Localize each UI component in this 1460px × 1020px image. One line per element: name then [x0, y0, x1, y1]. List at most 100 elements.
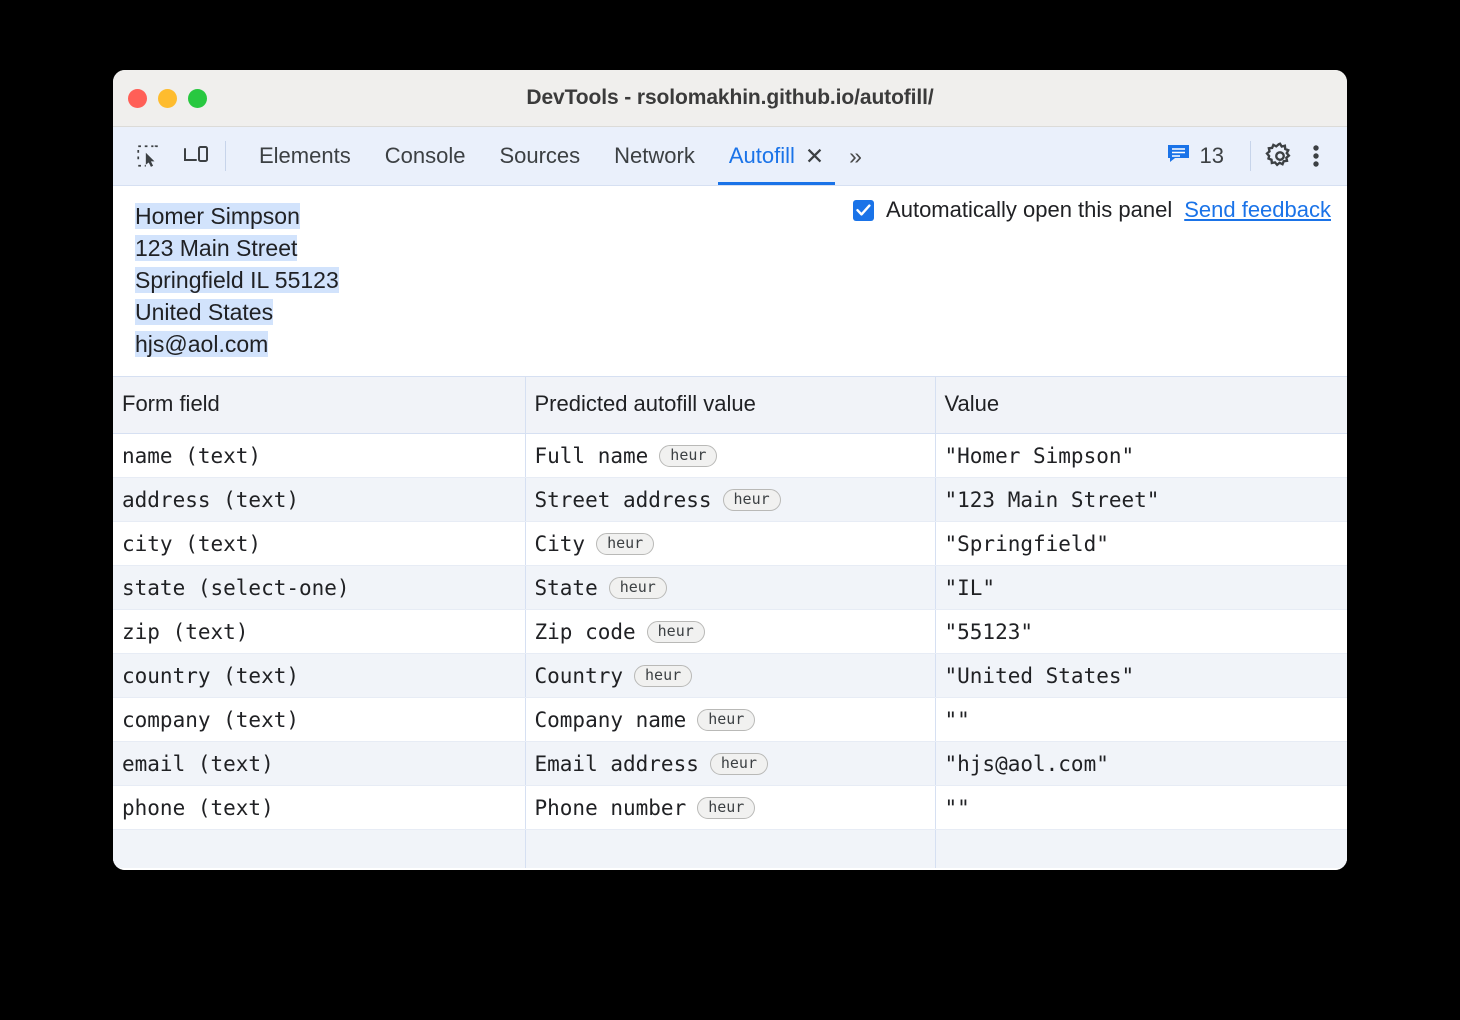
address-line: United States — [135, 296, 1347, 328]
table-row[interactable]: state (select-one) State heur "IL" — [113, 566, 1347, 610]
table-row[interactable]: company (text) Company name heur "" — [113, 698, 1347, 742]
address-line-text: 123 Main Street — [135, 235, 297, 261]
more-tabs-icon[interactable]: » — [841, 127, 864, 185]
devtools-window: DevTools - rsolomakhin.github.io/autofil… — [113, 70, 1347, 870]
autofill-table-container: Form field Predicted autofill value Valu… — [113, 376, 1347, 870]
close-icon[interactable]: ✕ — [805, 145, 824, 168]
cell-value: "123 Main Street" — [935, 478, 1347, 522]
issues-count: 13 — [1200, 143, 1224, 169]
address-line-text: United States — [135, 299, 273, 325]
table-row[interactable]: city (text) City heur "Springfield" — [113, 522, 1347, 566]
heuristic-badge: heur — [697, 709, 755, 731]
cell-value: "IL" — [935, 566, 1347, 610]
window-title: DevTools - rsolomakhin.github.io/autofil… — [113, 86, 1347, 110]
auto-open-panel-checkbox[interactable] — [853, 200, 874, 221]
cell-empty — [525, 830, 935, 869]
table-row[interactable]: name (text) Full name heur "Homer Simpso… — [113, 434, 1347, 478]
prediction-label: Street address — [535, 488, 712, 512]
cell-prediction: Email address heur — [525, 742, 935, 786]
column-header-value[interactable]: Value — [935, 377, 1347, 434]
heuristic-badge: heur — [723, 489, 781, 511]
heuristic-badge: heur — [697, 797, 755, 819]
cell-prediction: Phone number heur — [525, 786, 935, 830]
heuristic-badge: heur — [710, 753, 768, 775]
cell-form-field: state (select-one) — [113, 566, 525, 610]
cell-value: "Springfield" — [935, 522, 1347, 566]
maximize-window-button[interactable] — [188, 89, 207, 108]
cell-empty — [935, 830, 1347, 869]
cell-prediction: City heur — [525, 522, 935, 566]
toolbar-left-icons — [113, 127, 213, 185]
prediction-label: Zip code — [535, 620, 636, 644]
device-toolbar-icon[interactable] — [179, 139, 213, 173]
cell-form-field: country (text) — [113, 654, 525, 698]
cell-value: "" — [935, 698, 1347, 742]
traffic-light-group — [128, 89, 207, 108]
address-line: hjs@aol.com — [135, 328, 1347, 360]
cell-form-field: city (text) — [113, 522, 525, 566]
cell-prediction: State heur — [525, 566, 935, 610]
prediction-label: State — [535, 576, 598, 600]
cell-form-field: name (text) — [113, 434, 525, 478]
cell-value: "United States" — [935, 654, 1347, 698]
table-row[interactable]: country (text) Country heur "United Stat… — [113, 654, 1347, 698]
cell-value: "55123" — [935, 610, 1347, 654]
cell-empty — [113, 830, 525, 869]
cell-prediction: Full name heur — [525, 434, 935, 478]
gear-icon[interactable] — [1263, 139, 1297, 173]
heuristic-badge: heur — [596, 533, 654, 555]
cell-value: "" — [935, 786, 1347, 830]
devtools-tab-list: Elements Console Sources Network Autofil… — [242, 127, 864, 185]
tab-label: Console — [385, 143, 466, 169]
heuristic-badge: heur — [647, 621, 705, 643]
address-line: Springfield IL 55123 — [135, 264, 1347, 296]
prediction-label: Email address — [535, 752, 699, 776]
autofill-preview-area: Homer Simpson 123 Main Street Springfiel… — [113, 186, 1347, 376]
tab-sources[interactable]: Sources — [482, 127, 597, 185]
prediction-label: City — [535, 532, 586, 556]
tab-label: Elements — [259, 143, 351, 169]
prediction-label: Country — [535, 664, 624, 688]
heuristic-badge: heur — [659, 445, 717, 467]
issues-button[interactable]: 13 — [1154, 143, 1236, 169]
devtools-toolbar: Elements Console Sources Network Autofil… — [113, 127, 1347, 186]
cell-form-field: address (text) — [113, 478, 525, 522]
tab-label: Sources — [499, 143, 580, 169]
close-window-button[interactable] — [128, 89, 147, 108]
cell-prediction: Country heur — [525, 654, 935, 698]
minimize-window-button[interactable] — [158, 89, 177, 108]
cell-form-field: phone (text) — [113, 786, 525, 830]
table-row[interactable]: zip (text) Zip code heur "55123" — [113, 610, 1347, 654]
panel-options: Automatically open this panel Send feedb… — [853, 197, 1331, 223]
cell-value: "hjs@aol.com" — [935, 742, 1347, 786]
toolbar-divider-right — [1250, 141, 1251, 171]
prediction-label: Company name — [535, 708, 687, 732]
heuristic-badge: heur — [609, 577, 667, 599]
auto-open-panel-label: Automatically open this panel — [886, 197, 1172, 223]
toolbar-right-group: 13 — [1154, 127, 1347, 185]
inspect-element-icon[interactable] — [131, 139, 165, 173]
tab-elements[interactable]: Elements — [242, 127, 368, 185]
kebab-menu-icon[interactable] — [1299, 139, 1333, 173]
address-line: 123 Main Street — [135, 232, 1347, 264]
table-header-row: Form field Predicted autofill value Valu… — [113, 377, 1347, 434]
autofill-table-body: name (text) Full name heur "Homer Simpso… — [113, 434, 1347, 869]
tab-console[interactable]: Console — [368, 127, 483, 185]
send-feedback-link[interactable]: Send feedback — [1184, 197, 1331, 223]
tab-autofill[interactable]: Autofill ✕ — [712, 127, 841, 185]
cell-value: "Homer Simpson" — [935, 434, 1347, 478]
issues-message-icon — [1166, 143, 1191, 169]
address-line-text: hjs@aol.com — [135, 331, 268, 357]
cell-form-field: company (text) — [113, 698, 525, 742]
prediction-label: Full name — [535, 444, 649, 468]
column-header-prediction[interactable]: Predicted autofill value — [525, 377, 935, 434]
table-row[interactable]: phone (text) Phone number heur "" — [113, 786, 1347, 830]
table-row[interactable]: address (text) Street address heur "123 … — [113, 478, 1347, 522]
prediction-label: Phone number — [535, 796, 687, 820]
window-titlebar: DevTools - rsolomakhin.github.io/autofil… — [113, 70, 1347, 127]
column-header-form-field[interactable]: Form field — [113, 377, 525, 434]
table-row[interactable]: email (text) Email address heur "hjs@aol… — [113, 742, 1347, 786]
tab-label: Autofill — [729, 143, 795, 169]
tab-network[interactable]: Network — [597, 127, 712, 185]
cell-prediction: Zip code heur — [525, 610, 935, 654]
